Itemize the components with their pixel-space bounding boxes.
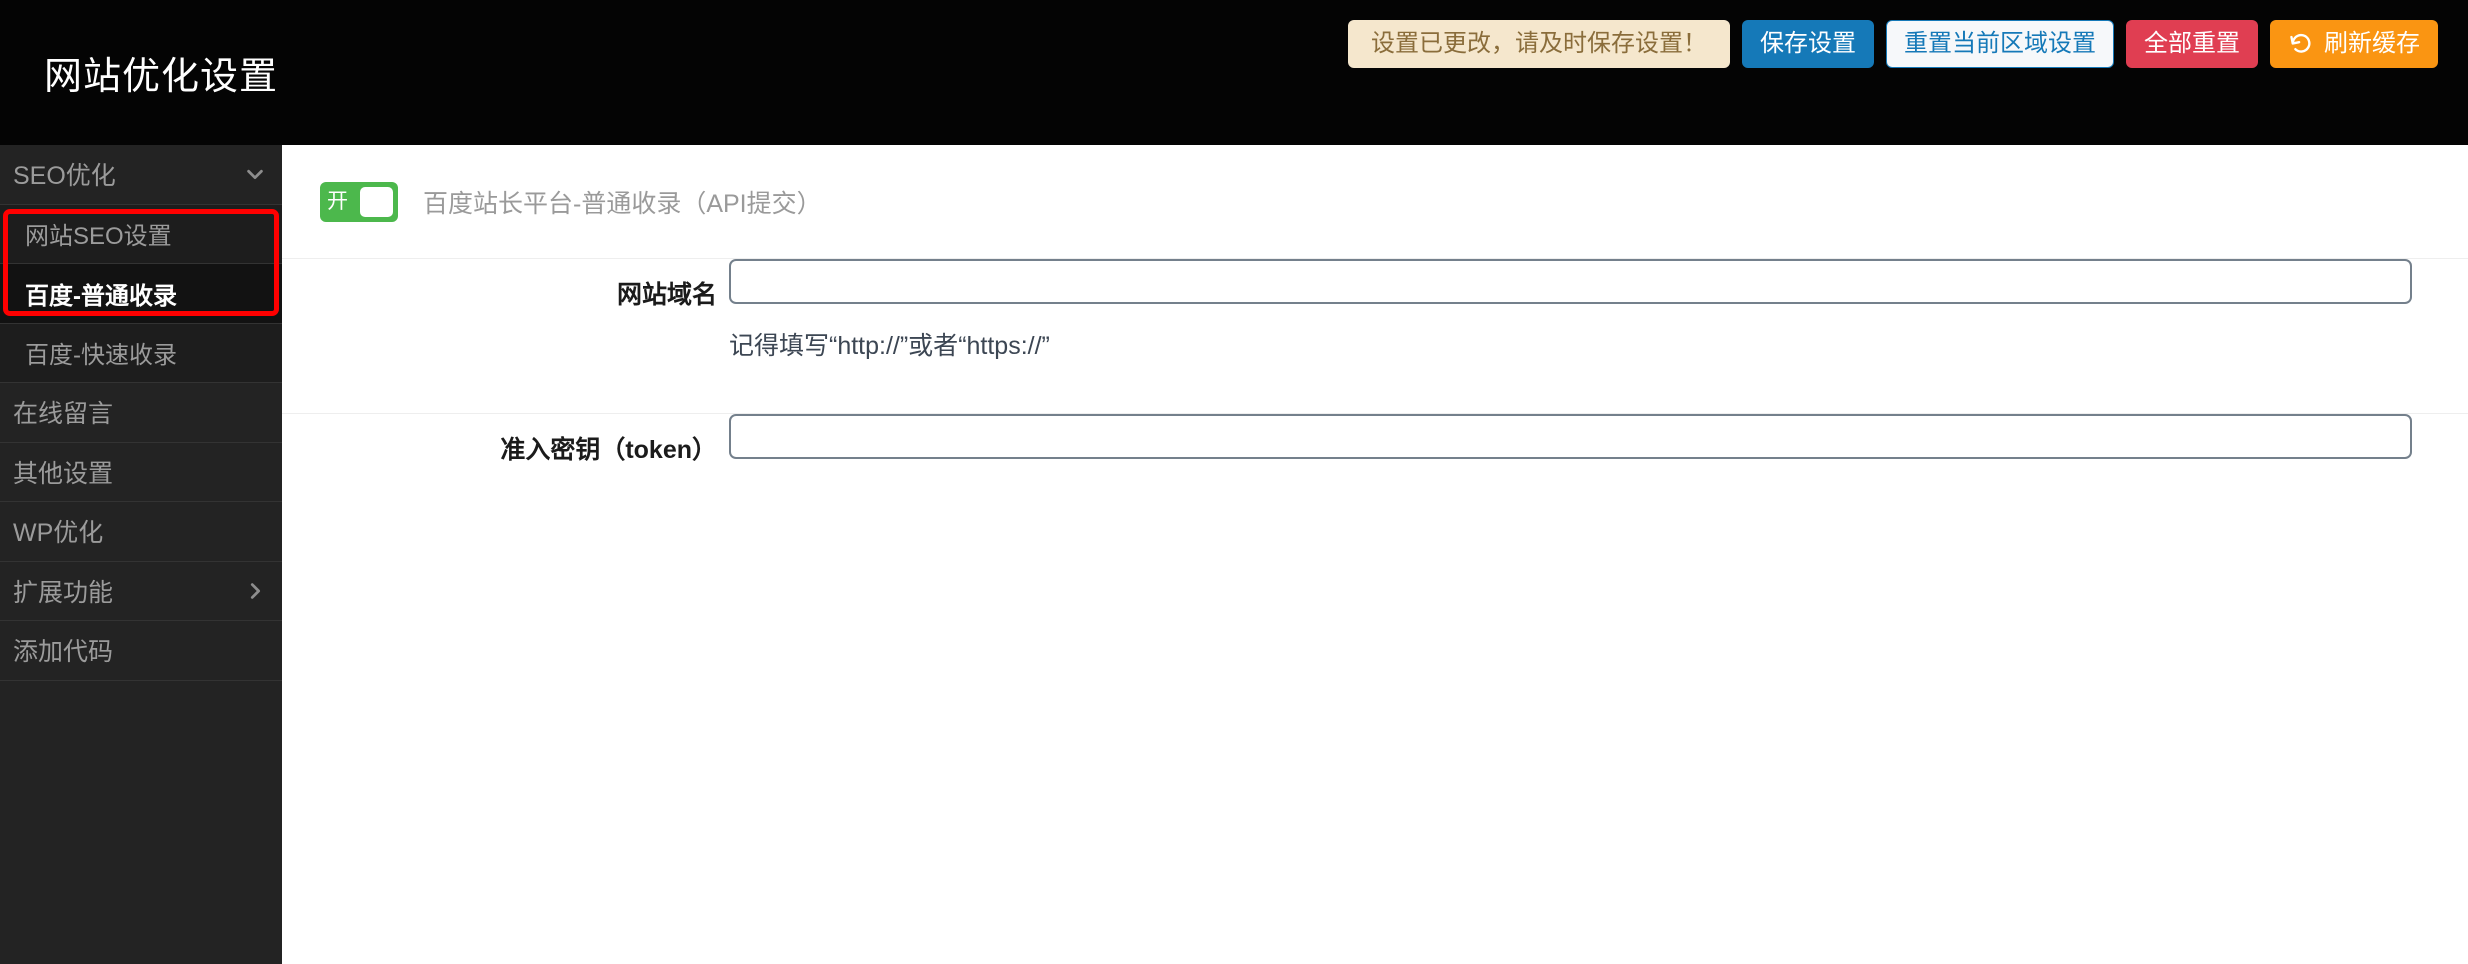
sidebar-item-online-message[interactable]: 在线留言 <box>0 383 282 443</box>
sidebar-item-site-seo-settings[interactable]: 网站SEO设置 <box>0 204 282 264</box>
toggle-state-label: 开 <box>327 190 348 213</box>
sidebar-item-add-code[interactable]: 添加代码 <box>0 621 282 681</box>
sidebar-item-label: 网站SEO设置 <box>25 223 172 251</box>
site-domain-field-wrap: 记得填写“http://”或者“https://” <box>729 259 2468 362</box>
feature-toggle-description: 百度站长平台-普通收录（API提交） <box>423 189 822 218</box>
reset-current-section-button[interactable]: 重置当前区域设置 <box>1886 19 2114 68</box>
feature-toggle-row: 开 百度站长平台-普通收录（API提交） <box>282 145 2468 259</box>
access-token-label: 准入密钥（token） <box>500 436 717 464</box>
sidebar-item-wp-optimization[interactable]: WP优化 <box>0 502 282 562</box>
sidebar: SEO优化 网站SEO设置 百度-普通收录 百度-快速收录 在线留言 其他设置 … <box>0 145 282 964</box>
reset-all-label: 全部重置 <box>2144 29 2240 57</box>
unsaved-changes-alert: 设置已更改，请及时保存设置！ <box>1348 19 1730 68</box>
access-token-input[interactable] <box>729 414 2412 459</box>
reset-all-button[interactable]: 全部重置 <box>2126 19 2258 68</box>
sidebar-item-extensions[interactable]: 扩展功能 <box>0 562 282 621</box>
refresh-cache-label: 刷新缓存 <box>2324 29 2420 57</box>
site-domain-hint: 记得填写“http://”或者“https://” <box>729 332 1050 360</box>
sidebar-item-label: 其他设置 <box>13 459 114 488</box>
sidebar-item-baidu-normal-index[interactable]: 百度-普通收录 <box>0 264 282 324</box>
toggle-knob <box>360 186 393 217</box>
save-settings-button[interactable]: 保存设置 <box>1742 19 1874 68</box>
sidebar-item-baidu-fast-index[interactable]: 百度-快速收录 <box>0 323 282 383</box>
sidebar-item-label: 添加代码 <box>13 638 114 667</box>
sidebar-item-label: WP优化 <box>13 519 104 548</box>
sidebar-item-label: SEO优化 <box>13 162 116 191</box>
refresh-cache-button[interactable]: 刷新缓存 <box>2270 19 2438 68</box>
form-row-site-domain: 网站域名 记得填写“http://”或者“https://” <box>282 259 2468 414</box>
form-row-access-token: 准入密钥（token） <box>282 414 2468 534</box>
chevron-down-icon <box>244 163 266 185</box>
sidebar-item-label: 百度-普通收录 <box>25 282 177 310</box>
site-domain-input[interactable] <box>729 259 2412 304</box>
toolbar-actions: 设置已更改，请及时保存设置！ 保存设置 重置当前区域设置 全部重置 刷新缓存 <box>1348 19 2438 68</box>
sidebar-item-other-settings[interactable]: 其他设置 <box>0 443 282 502</box>
chevron-right-icon <box>244 580 266 602</box>
sidebar-item-label: 在线留言 <box>13 400 114 429</box>
sidebar-item-label: 扩展功能 <box>13 578 114 607</box>
main-content: 开 百度站长平台-普通收录（API提交） 网站域名 记得填写“http://”或… <box>282 145 2468 964</box>
top-bar: 网站优化设置 设置已更改，请及时保存设置！ 保存设置 重置当前区域设置 全部重置… <box>0 0 2468 145</box>
site-domain-label: 网站域名 <box>616 281 717 309</box>
save-settings-label: 保存设置 <box>1760 29 1856 57</box>
baidu-normal-index-toggle[interactable]: 开 <box>320 181 398 222</box>
page-title: 网站优化设置 <box>44 56 279 98</box>
refresh-icon <box>2288 31 2314 57</box>
sidebar-item-seo-optimization[interactable]: SEO优化 <box>0 145 282 205</box>
sidebar-item-label: 百度-快速收录 <box>25 342 177 370</box>
access-token-field-wrap <box>729 414 2468 459</box>
reset-current-section-label: 重置当前区域设置 <box>1904 29 2096 57</box>
